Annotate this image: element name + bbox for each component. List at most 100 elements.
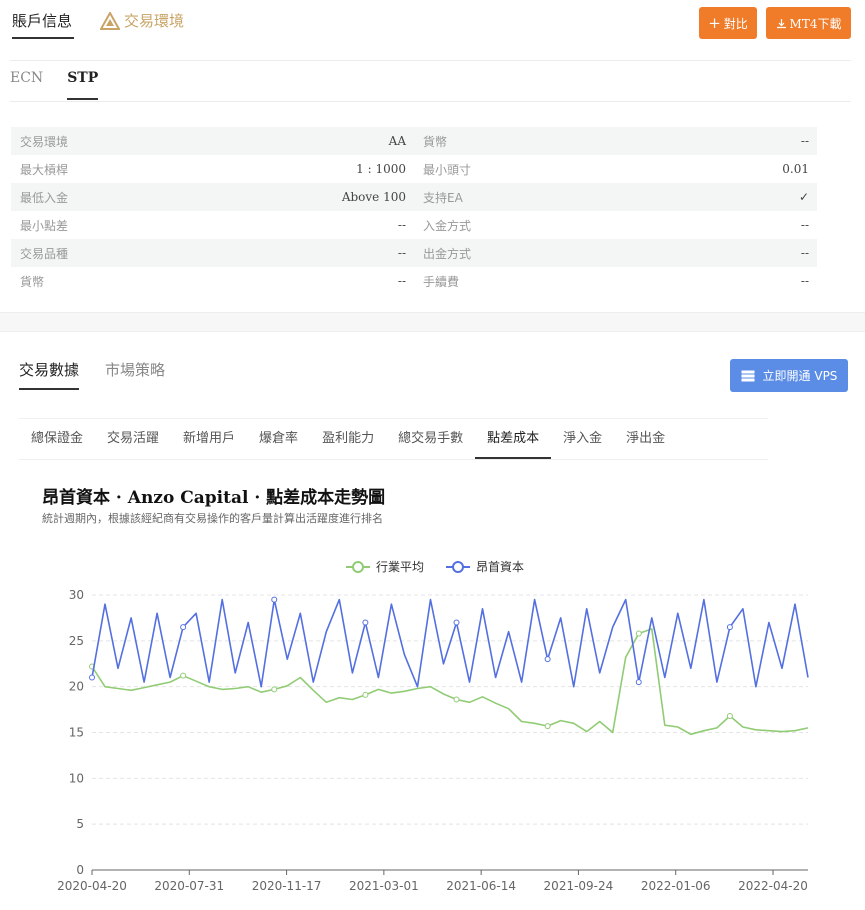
data-point (453, 696, 460, 703)
chart-subtitle: 統計週期內，根據該經紀商有交易操作的客戶量計算出活躍度進行排名 (42, 512, 383, 525)
tab-spread-cost[interactable]: 點差成本 (475, 419, 552, 459)
spec-label: 交易環境 (20, 134, 69, 149)
tab-trading-environment[interactable]: 交易環境 (100, 8, 184, 39)
legend-label: 昂首資本 (476, 560, 524, 574)
mt4-download-button[interactable]: MT4下載 (766, 7, 851, 39)
spec-value: -- (397, 218, 406, 232)
spec-value: -- (800, 274, 809, 288)
spec-value: -- (800, 218, 809, 232)
tab-stp[interactable]: STP (67, 62, 99, 100)
spec-row: 交易品種 -- 出金方式 -- (11, 239, 817, 267)
spec-row: 最低入金 Above 100 支持EA ✓ (11, 183, 817, 211)
spec-value: Above 100 (341, 190, 406, 204)
y-tick-label: 15 (69, 726, 84, 740)
tab-liquidation-rate[interactable]: 爆倉率 (247, 419, 310, 459)
x-tick-label: 2021-09-24 (544, 879, 614, 893)
data-point (362, 619, 369, 626)
legend-marker (352, 561, 364, 573)
tab-total-margin[interactable]: 總保證金 (19, 419, 95, 459)
divider (10, 101, 851, 102)
open-vps-button[interactable]: 立即開通 VPS (730, 359, 848, 392)
data-point (453, 619, 460, 626)
spec-value: -- (800, 246, 809, 260)
spec-row: 最大槓桿 1 : 1000 最小頭寸 0.01 (11, 155, 817, 183)
header-actions: + 對比 MT4下載 (699, 7, 851, 39)
series-line (91, 598, 809, 688)
tab-trading-data[interactable]: 交易數據 (19, 352, 80, 390)
x-tick-label: 2021-06-14 (446, 879, 516, 893)
server-icon (741, 370, 755, 381)
x-tick-label: 2020-04-20 (57, 879, 127, 893)
y-tick-label: 25 (69, 634, 84, 648)
spec-table: 交易環境 AA 貨幣 -- 最大槓桿 1 : 1000 最小頭寸 0.01 最低入金 Ab… (11, 127, 817, 295)
data-point (544, 656, 551, 663)
y-tick-label: 0 (76, 863, 84, 877)
tab-net-deposit[interactable]: 淨入金 (551, 419, 614, 459)
tab-profitability[interactable]: 盈利能力 (310, 419, 386, 459)
data-point (180, 672, 187, 679)
spec-value: -- (800, 134, 809, 148)
compare-button[interactable]: + 對比 (699, 7, 757, 39)
spec-value: 0.01 (782, 162, 809, 176)
legend-label: 行業平均 (376, 560, 424, 574)
spec-label: 手續費 (423, 274, 460, 289)
y-tick-label: 10 (69, 771, 84, 785)
spec-label: 入金方式 (423, 218, 472, 233)
data-section-tabs: 交易數據 市場策略 (19, 352, 165, 392)
y-tick-label: 20 (69, 680, 84, 694)
tab-label: 交易環境 (124, 12, 185, 30)
tab-trading-activity[interactable]: 交易活躍 (95, 419, 171, 459)
tab-ecn[interactable]: ECN (10, 62, 43, 100)
spec-row: 貨幣 -- 手續費 -- (11, 267, 817, 295)
x-tick-label: 2021-03-01 (349, 879, 419, 893)
plus-icon: + (708, 14, 721, 32)
tab-net-withdrawal[interactable]: 淨出金 (614, 419, 677, 459)
section-separator (0, 312, 865, 332)
spec-row: 交易環境 AA 貨幣 -- (11, 127, 817, 155)
data-point (544, 723, 551, 730)
tab-total-lots[interactable]: 總交易手數 (386, 419, 475, 459)
tab-market-strategy[interactable]: 市場策略 (105, 352, 165, 390)
spec-label: 最小點差 (20, 218, 69, 233)
data-point (726, 624, 733, 631)
x-tick-label: 2020-07-31 (154, 879, 224, 893)
compare-label: 對比 (723, 16, 748, 31)
spec-label: 支持EA (423, 190, 463, 205)
download-icon (776, 18, 786, 28)
check-icon: ✓ (798, 190, 809, 204)
spec-label: 最低入金 (20, 190, 69, 205)
data-point (635, 630, 642, 637)
mt4-label: MT4下載 (789, 16, 842, 31)
data-point (180, 624, 187, 631)
y-tick-label: 5 (76, 817, 84, 831)
spec-value: 1 : 1000 (356, 162, 406, 176)
x-tick-label: 2022-04-20 (738, 879, 808, 893)
vps-label: 立即開通 VPS (762, 369, 838, 383)
data-point (89, 674, 95, 681)
tab-account-info[interactable]: 賬戶信息 (12, 8, 75, 39)
metric-tabs: 總保證金 交易活躍 新增用戶 爆倉率 盈利能力 總交易手數 點差成本 淨入金 淨… (19, 418, 768, 460)
spec-label: 交易品種 (20, 246, 69, 261)
spec-label: 最大槓桿 (20, 162, 69, 177)
spec-label: 貨幣 (423, 134, 448, 149)
data-point (635, 679, 642, 686)
data-point (271, 686, 278, 693)
legend-marker (452, 561, 464, 573)
data-point (726, 713, 733, 719)
account-type-tabs: ECN STP (10, 62, 99, 102)
spread-cost-chart: 0 5 10 15 20 25 30 2020-04-20 2020-07-31 2020-11-… (57, 560, 809, 893)
spec-label: 最小頭寸 (423, 162, 472, 177)
data-point (271, 596, 278, 603)
y-tick-label: 30 (69, 588, 84, 602)
x-tick-label: 2020-11-17 (252, 879, 322, 893)
divider (10, 60, 851, 61)
spec-value: -- (397, 246, 406, 260)
spec-value: -- (397, 274, 406, 288)
header-tabs: 賬戶信息 交易環境 (12, 8, 184, 40)
data-point (362, 691, 369, 698)
spec-label: 出金方式 (423, 246, 472, 261)
tab-new-users[interactable]: 新增用戶 (171, 419, 247, 459)
spec-label: 貨幣 (20, 274, 45, 289)
spec-value: AA (388, 134, 406, 148)
x-tick-label: 2022-01-06 (641, 879, 711, 893)
